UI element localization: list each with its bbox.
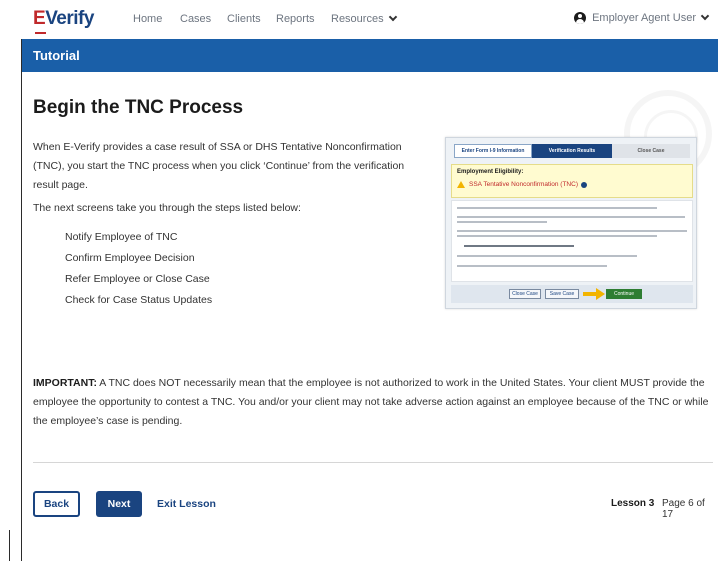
text-line bbox=[457, 255, 637, 257]
nav-reports[interactable]: Reports bbox=[276, 13, 315, 25]
thumbnail-body-text bbox=[451, 200, 693, 282]
lesson-number: Lesson 3 bbox=[611, 498, 655, 509]
thumbnail-eligibility-box: Employment Eligibility: SSA Tentative No… bbox=[451, 164, 693, 198]
text-line bbox=[457, 221, 547, 223]
thumbnail-step: Close Case bbox=[612, 144, 690, 158]
tutorial-banner: Tutorial bbox=[22, 39, 718, 72]
text-line bbox=[464, 245, 574, 247]
frame-border-outer bbox=[9, 530, 10, 561]
verification-result-screenshot: Enter Form I-9 Information Verification … bbox=[445, 137, 697, 309]
step-item: Notify Employee of TNC bbox=[65, 231, 178, 243]
nav-clients[interactable]: Clients bbox=[227, 13, 261, 25]
nav-resources[interactable]: Resources bbox=[331, 12, 397, 25]
thumbnail-save-case-button: Save Case bbox=[545, 289, 579, 299]
text-line bbox=[457, 207, 657, 209]
back-button[interactable]: Back bbox=[33, 491, 80, 517]
warning-icon bbox=[457, 181, 465, 188]
nav-cases[interactable]: Cases bbox=[180, 13, 211, 25]
thumbnail-status: SSA Tentative Nonconfirmation (TNC) bbox=[457, 181, 587, 188]
nav-home[interactable]: Home bbox=[133, 13, 162, 25]
intro-paragraph: When E-Verify provides a case result of … bbox=[33, 141, 405, 191]
user-menu[interactable]: Employer Agent User bbox=[574, 11, 710, 24]
text-line bbox=[457, 230, 687, 232]
user-avatar-icon bbox=[574, 12, 587, 24]
thumbnail-step-active: Verification Results bbox=[532, 144, 612, 158]
step-item: Refer Employee or Close Case bbox=[65, 273, 210, 285]
text-line bbox=[457, 216, 685, 218]
logo-e: E bbox=[33, 8, 46, 29]
everify-logo[interactable]: EVerify bbox=[33, 8, 94, 34]
steps-list: Notify Employee of TNC Confirm Employee … bbox=[65, 231, 212, 315]
text-line bbox=[457, 265, 607, 267]
frame-border bbox=[21, 39, 22, 561]
steps-lead-text: The next screens take you through the st… bbox=[33, 202, 301, 214]
next-button[interactable]: Next bbox=[96, 491, 142, 517]
help-icon bbox=[580, 181, 587, 188]
text-line bbox=[457, 235, 657, 237]
chevron-down-icon bbox=[700, 11, 710, 21]
logo-text: Verify bbox=[45, 8, 94, 29]
thumbnail-eligibility-label: Employment Eligibility: bbox=[457, 169, 524, 175]
arrow-head-icon bbox=[596, 288, 605, 300]
thumbnail-status-text: SSA Tentative Nonconfirmation (TNC) bbox=[469, 181, 578, 188]
chevron-down-icon bbox=[388, 12, 397, 22]
footer-divider bbox=[33, 462, 713, 463]
thumbnail-continue-button: Continue bbox=[606, 289, 642, 299]
nav-resources-label: Resources bbox=[331, 13, 384, 25]
page-title: Begin the TNC Process bbox=[33, 97, 244, 118]
important-note: IMPORTANT: A TNC does NOT necessarily me… bbox=[33, 374, 713, 431]
page-counter: Page 6 of 17 bbox=[662, 498, 705, 520]
thumbnail-close-case-button: Close Case bbox=[509, 289, 541, 299]
step-item: Check for Case Status Updates bbox=[65, 294, 213, 306]
logo-underline bbox=[35, 32, 46, 34]
thumbnail-button-bar: Close Case Save Case Continue bbox=[451, 285, 693, 303]
tutorial-title: Tutorial bbox=[33, 48, 80, 63]
thumbnail-progress-steps: Enter Form I-9 Information Verification … bbox=[454, 144, 690, 158]
user-name: Employer Agent User bbox=[592, 12, 696, 24]
thumbnail-step: Enter Form I-9 Information bbox=[454, 144, 532, 158]
important-label: IMPORTANT: bbox=[33, 377, 97, 389]
exit-lesson-link[interactable]: Exit Lesson bbox=[157, 498, 216, 510]
important-text: A TNC does NOT necessarily mean that the… bbox=[33, 377, 709, 427]
arrow-icon bbox=[583, 292, 597, 296]
top-navigation: EVerify Home Cases Clients Reports Resou… bbox=[0, 0, 718, 39]
step-item: Confirm Employee Decision bbox=[65, 252, 195, 264]
